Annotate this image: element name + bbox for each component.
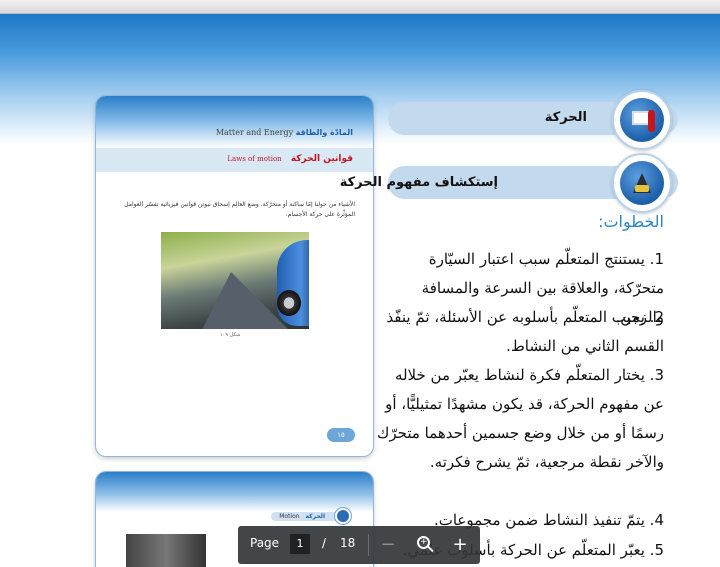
page-label: Page bbox=[250, 536, 280, 550]
thumbnail-photo bbox=[126, 534, 206, 567]
heading-explore: إستكشاف مفهوم الحركة bbox=[339, 175, 498, 190]
page-thumbnail-1[interactable]: Matter and Energy المادّة والطاقة Laws o… bbox=[96, 96, 373, 456]
total-pages: 18 bbox=[340, 536, 356, 550]
lesson-line: Laws of motion قوانين الحركة bbox=[227, 154, 353, 164]
step-number: 4. bbox=[649, 511, 664, 529]
thumbnail-header bbox=[96, 472, 373, 512]
step-number: 5. bbox=[649, 541, 664, 559]
step-number: 3. bbox=[649, 366, 664, 384]
teacher-icon bbox=[648, 110, 655, 132]
browser-top-bar bbox=[0, 0, 720, 14]
wheel-shape bbox=[277, 290, 301, 316]
zoom-in-button[interactable]: + bbox=[446, 531, 474, 559]
zoom-out-button[interactable]: − bbox=[374, 531, 402, 559]
heading-motion: الحركة bbox=[544, 110, 587, 125]
page-number-input[interactable]: 1 bbox=[290, 534, 310, 554]
lesson-icon bbox=[335, 508, 351, 524]
lesson-tag: Motion الحركة bbox=[271, 512, 343, 521]
magnifier-plus-icon: + bbox=[420, 537, 428, 547]
thumbnail-header bbox=[96, 96, 373, 148]
step-item: 3. يختار المتعلّم فكرة لنشاط يعبّر من خل… bbox=[374, 361, 664, 477]
lesson-en: Laws of motion bbox=[227, 155, 282, 163]
flask-icon bbox=[612, 153, 672, 213]
tag-ar: الحركة bbox=[305, 513, 326, 520]
step-item: 2. يجيب المتعلّم بأسلوبه عن الأسئلة، ثمّ… bbox=[374, 303, 664, 361]
magnifier-handle bbox=[427, 545, 434, 553]
subject-ar: المادّة والطاقة bbox=[295, 128, 353, 137]
photo-caption: شكل ١٠٩ bbox=[220, 332, 241, 338]
teacher-board-icon bbox=[612, 90, 672, 150]
icon-disc bbox=[620, 161, 664, 205]
subject-en: Matter and Energy bbox=[215, 128, 294, 137]
step-number: 1. bbox=[649, 250, 664, 268]
icon-disc bbox=[620, 98, 664, 142]
step-text: يختار المتعلّم فكرة لنشاط يعبّر من خلاله… bbox=[377, 366, 664, 471]
lesson-ar: قوانين الحركة bbox=[290, 154, 353, 164]
steps-title: الخطوات: bbox=[598, 212, 664, 231]
step-number: 2. bbox=[649, 308, 664, 326]
zoom-fit-button[interactable]: + bbox=[410, 531, 438, 559]
tag-en: Motion bbox=[279, 513, 300, 520]
toolbar-divider bbox=[368, 534, 369, 556]
page-number-pill: ١٥ bbox=[327, 428, 355, 442]
thumbnail-body-text: الأشياء من حولنا إمّا ساكنة أو متحرّكة. … bbox=[124, 201, 355, 218]
car-photo bbox=[161, 232, 309, 329]
subject-line: Matter and Energy المادّة والطاقة bbox=[216, 128, 353, 137]
flask-liquid bbox=[635, 185, 649, 192]
step-text: يجيب المتعلّم بأسلوبه عن الأسئلة، ثمّ ين… bbox=[386, 308, 664, 355]
page-separator: / bbox=[322, 536, 327, 550]
pdf-toolbar: Page 1 / 18 − + + bbox=[238, 526, 480, 564]
